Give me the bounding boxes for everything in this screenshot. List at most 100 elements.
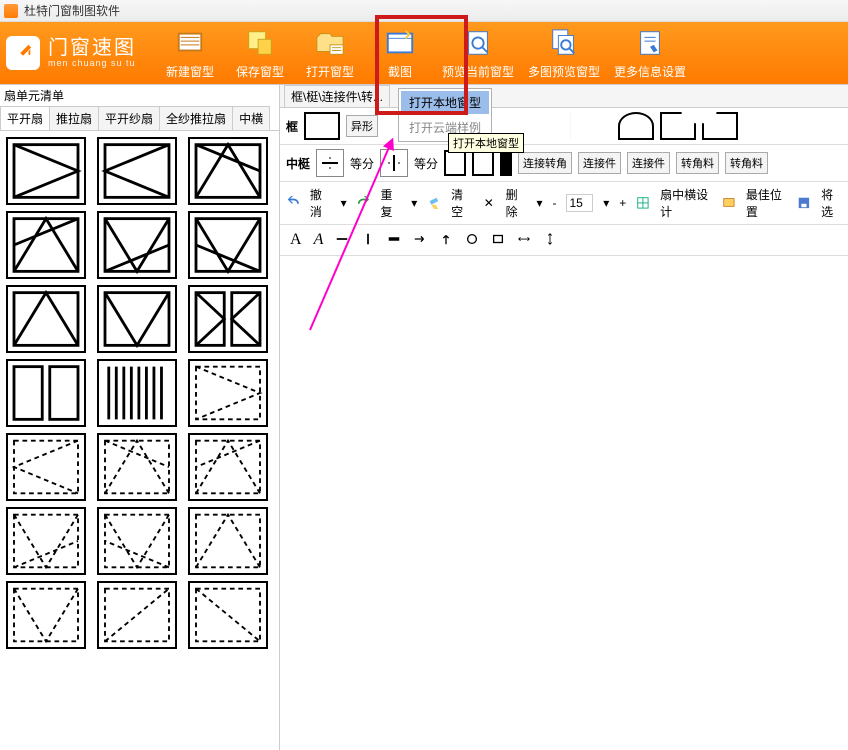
shape-dash-up[interactable] xyxy=(188,507,268,575)
shape-dash-bl[interactable] xyxy=(6,507,86,575)
tab-ping-kai[interactable]: 平开扇 xyxy=(0,106,50,130)
preview-current-button[interactable]: 预览当前窗型 xyxy=(442,27,514,80)
shape-left-open[interactable] xyxy=(6,137,86,205)
shape-dash-right[interactable] xyxy=(6,433,86,501)
ribbon: 门窗速图 men chuang su tu 新建窗型 保存窗型 打开窗型 截图 … xyxy=(0,22,848,84)
shape-vertical-slat[interactable] xyxy=(6,359,86,427)
shape-dash-left[interactable] xyxy=(188,359,268,427)
shape-dash-down[interactable] xyxy=(6,581,86,649)
mullion-equal1[interactable]: 等分 xyxy=(350,155,374,172)
capture-icon xyxy=(384,27,416,59)
brand-name-py: men chuang su tu xyxy=(48,59,136,69)
circle-tool[interactable] xyxy=(465,232,479,249)
mullion-label: 中梃 xyxy=(286,155,310,172)
shape-dash-tr[interactable] xyxy=(188,433,268,501)
tab-sha[interactable]: 平开纱扇 xyxy=(98,106,160,130)
shape-dash-diag2[interactable] xyxy=(188,581,268,649)
line-solid[interactable] xyxy=(335,232,349,249)
line-vert[interactable] xyxy=(361,232,375,249)
app-icon xyxy=(4,4,18,18)
shape-right-open[interactable] xyxy=(97,137,177,205)
number-input[interactable]: 15 xyxy=(566,194,593,212)
shape-double-slide[interactable] xyxy=(188,285,268,353)
shape-tilt-right[interactable] xyxy=(6,211,86,279)
save-window-button[interactable]: 保存窗型 xyxy=(232,27,288,80)
left-sidebar: 扇单元清单 平开扇 推拉扇 平开纱扇 全纱推拉扇 中横 xyxy=(0,85,280,750)
shapes-grid xyxy=(0,131,279,750)
titlebar: 杜特门窗制图软件 xyxy=(0,0,848,22)
multi-preview-button[interactable]: 多图预览窗型 xyxy=(528,27,600,80)
shan-design-icon[interactable] xyxy=(636,195,650,211)
mullion-horiz[interactable] xyxy=(316,149,344,177)
shape-dash-br[interactable] xyxy=(97,507,177,575)
save-icon xyxy=(244,27,276,59)
arrow-horiz[interactable] xyxy=(413,232,427,249)
arrow-updown[interactable] xyxy=(543,232,557,249)
delete-label[interactable]: 删除 xyxy=(506,186,527,220)
open-window-button[interactable]: 打开窗型 xyxy=(302,27,358,80)
frame-shape-toolbar: 框 异形 xyxy=(280,108,848,145)
connector-button[interactable]: 连接件 xyxy=(578,152,621,174)
shape-hinge2[interactable] xyxy=(97,285,177,353)
arrow-both[interactable] xyxy=(517,232,531,249)
best-pos-icon[interactable] xyxy=(722,195,736,211)
menu-open-local[interactable]: 打开本地窗型 xyxy=(401,91,489,114)
connector2-button[interactable]: 连接件 xyxy=(627,152,670,174)
clear-icon[interactable] xyxy=(427,195,441,211)
right-tab-frame[interactable]: 框\梃\连接件\转... xyxy=(284,85,390,107)
rect-tool[interactable] xyxy=(491,232,505,249)
shan-design-label[interactable]: 扇中横设计 xyxy=(660,186,712,220)
frame-yixing-button[interactable]: 异形 xyxy=(346,115,378,137)
corner-material-button[interactable]: 转角料 xyxy=(676,152,719,174)
right-panel: 框\梃\连接件\转... 框 异形 中梃 等分 等分 连接转角 连接件 xyxy=(280,85,848,750)
redo-icon[interactable] xyxy=(357,195,371,211)
frame-Lshape-mirror[interactable] xyxy=(702,112,738,140)
undo-icon[interactable] xyxy=(286,195,300,211)
mullion-sample1[interactable] xyxy=(444,150,466,176)
sidebar-title: 扇单元清单 xyxy=(0,85,279,106)
frame-Lshape[interactable] xyxy=(660,112,696,140)
open-icon xyxy=(314,27,346,59)
new-window-button[interactable]: 新建窗型 xyxy=(162,27,218,80)
shape-tilt-left[interactable] xyxy=(188,137,268,205)
connect-corner-button[interactable]: 连接转角 xyxy=(518,152,572,174)
redo-label[interactable]: 重复 xyxy=(380,186,401,220)
app-title: 杜特门窗制图软件 xyxy=(24,2,120,19)
clear-label[interactable]: 清空 xyxy=(451,186,472,220)
shape-dash-diag[interactable] xyxy=(97,581,177,649)
mullion-vert[interactable] xyxy=(380,149,408,177)
shape-slats[interactable] xyxy=(97,359,177,427)
shape-hinge[interactable] xyxy=(6,285,86,353)
extra-label[interactable]: 将选 xyxy=(821,186,842,220)
frame-rect[interactable] xyxy=(304,112,340,140)
draw-toolbar: A A xyxy=(280,225,848,256)
screenshot-button[interactable]: 截图 xyxy=(372,27,428,80)
shape-dash-tl[interactable] xyxy=(97,433,177,501)
delete-icon[interactable]: ✕ xyxy=(482,195,496,211)
text-A-button[interactable]: A xyxy=(290,231,302,249)
best-pos-label[interactable]: 最佳位置 xyxy=(746,186,788,220)
arrow-vert[interactable] xyxy=(439,232,453,249)
shape-tilt-down[interactable] xyxy=(97,211,177,279)
save-icon2[interactable] xyxy=(797,195,811,211)
frame-arch[interactable] xyxy=(618,112,654,140)
right-tabs: 框\梃\连接件\转... xyxy=(280,85,848,108)
corner-material2-button[interactable]: 转角料 xyxy=(725,152,768,174)
text-Ai-button[interactable]: A xyxy=(314,231,324,249)
mullion-equal2[interactable]: 等分 xyxy=(414,155,438,172)
tab-tui-la[interactable]: 推拉扇 xyxy=(49,106,99,130)
mullion-bar[interactable] xyxy=(500,150,512,176)
tab-quan-sha[interactable]: 全纱推拉扇 xyxy=(159,106,233,130)
brand-logo: 门窗速图 men chuang su tu xyxy=(6,36,136,70)
canvas[interactable] xyxy=(280,256,848,750)
tab-zhong-heng[interactable]: 中横 xyxy=(232,106,270,130)
shape-tilt-down2[interactable] xyxy=(188,211,268,279)
more-settings-button[interactable]: 更多信息设置 xyxy=(614,27,686,80)
undo-label[interactable]: 撤消 xyxy=(310,186,331,220)
line-thick[interactable] xyxy=(387,232,401,249)
multi-preview-icon xyxy=(548,27,580,59)
frame-trapezoid-left[interactable] xyxy=(534,112,570,140)
mullion-sample2[interactable] xyxy=(472,150,494,176)
frame-trapezoid-right[interactable] xyxy=(576,112,612,140)
frame-label: 框 xyxy=(286,118,298,135)
